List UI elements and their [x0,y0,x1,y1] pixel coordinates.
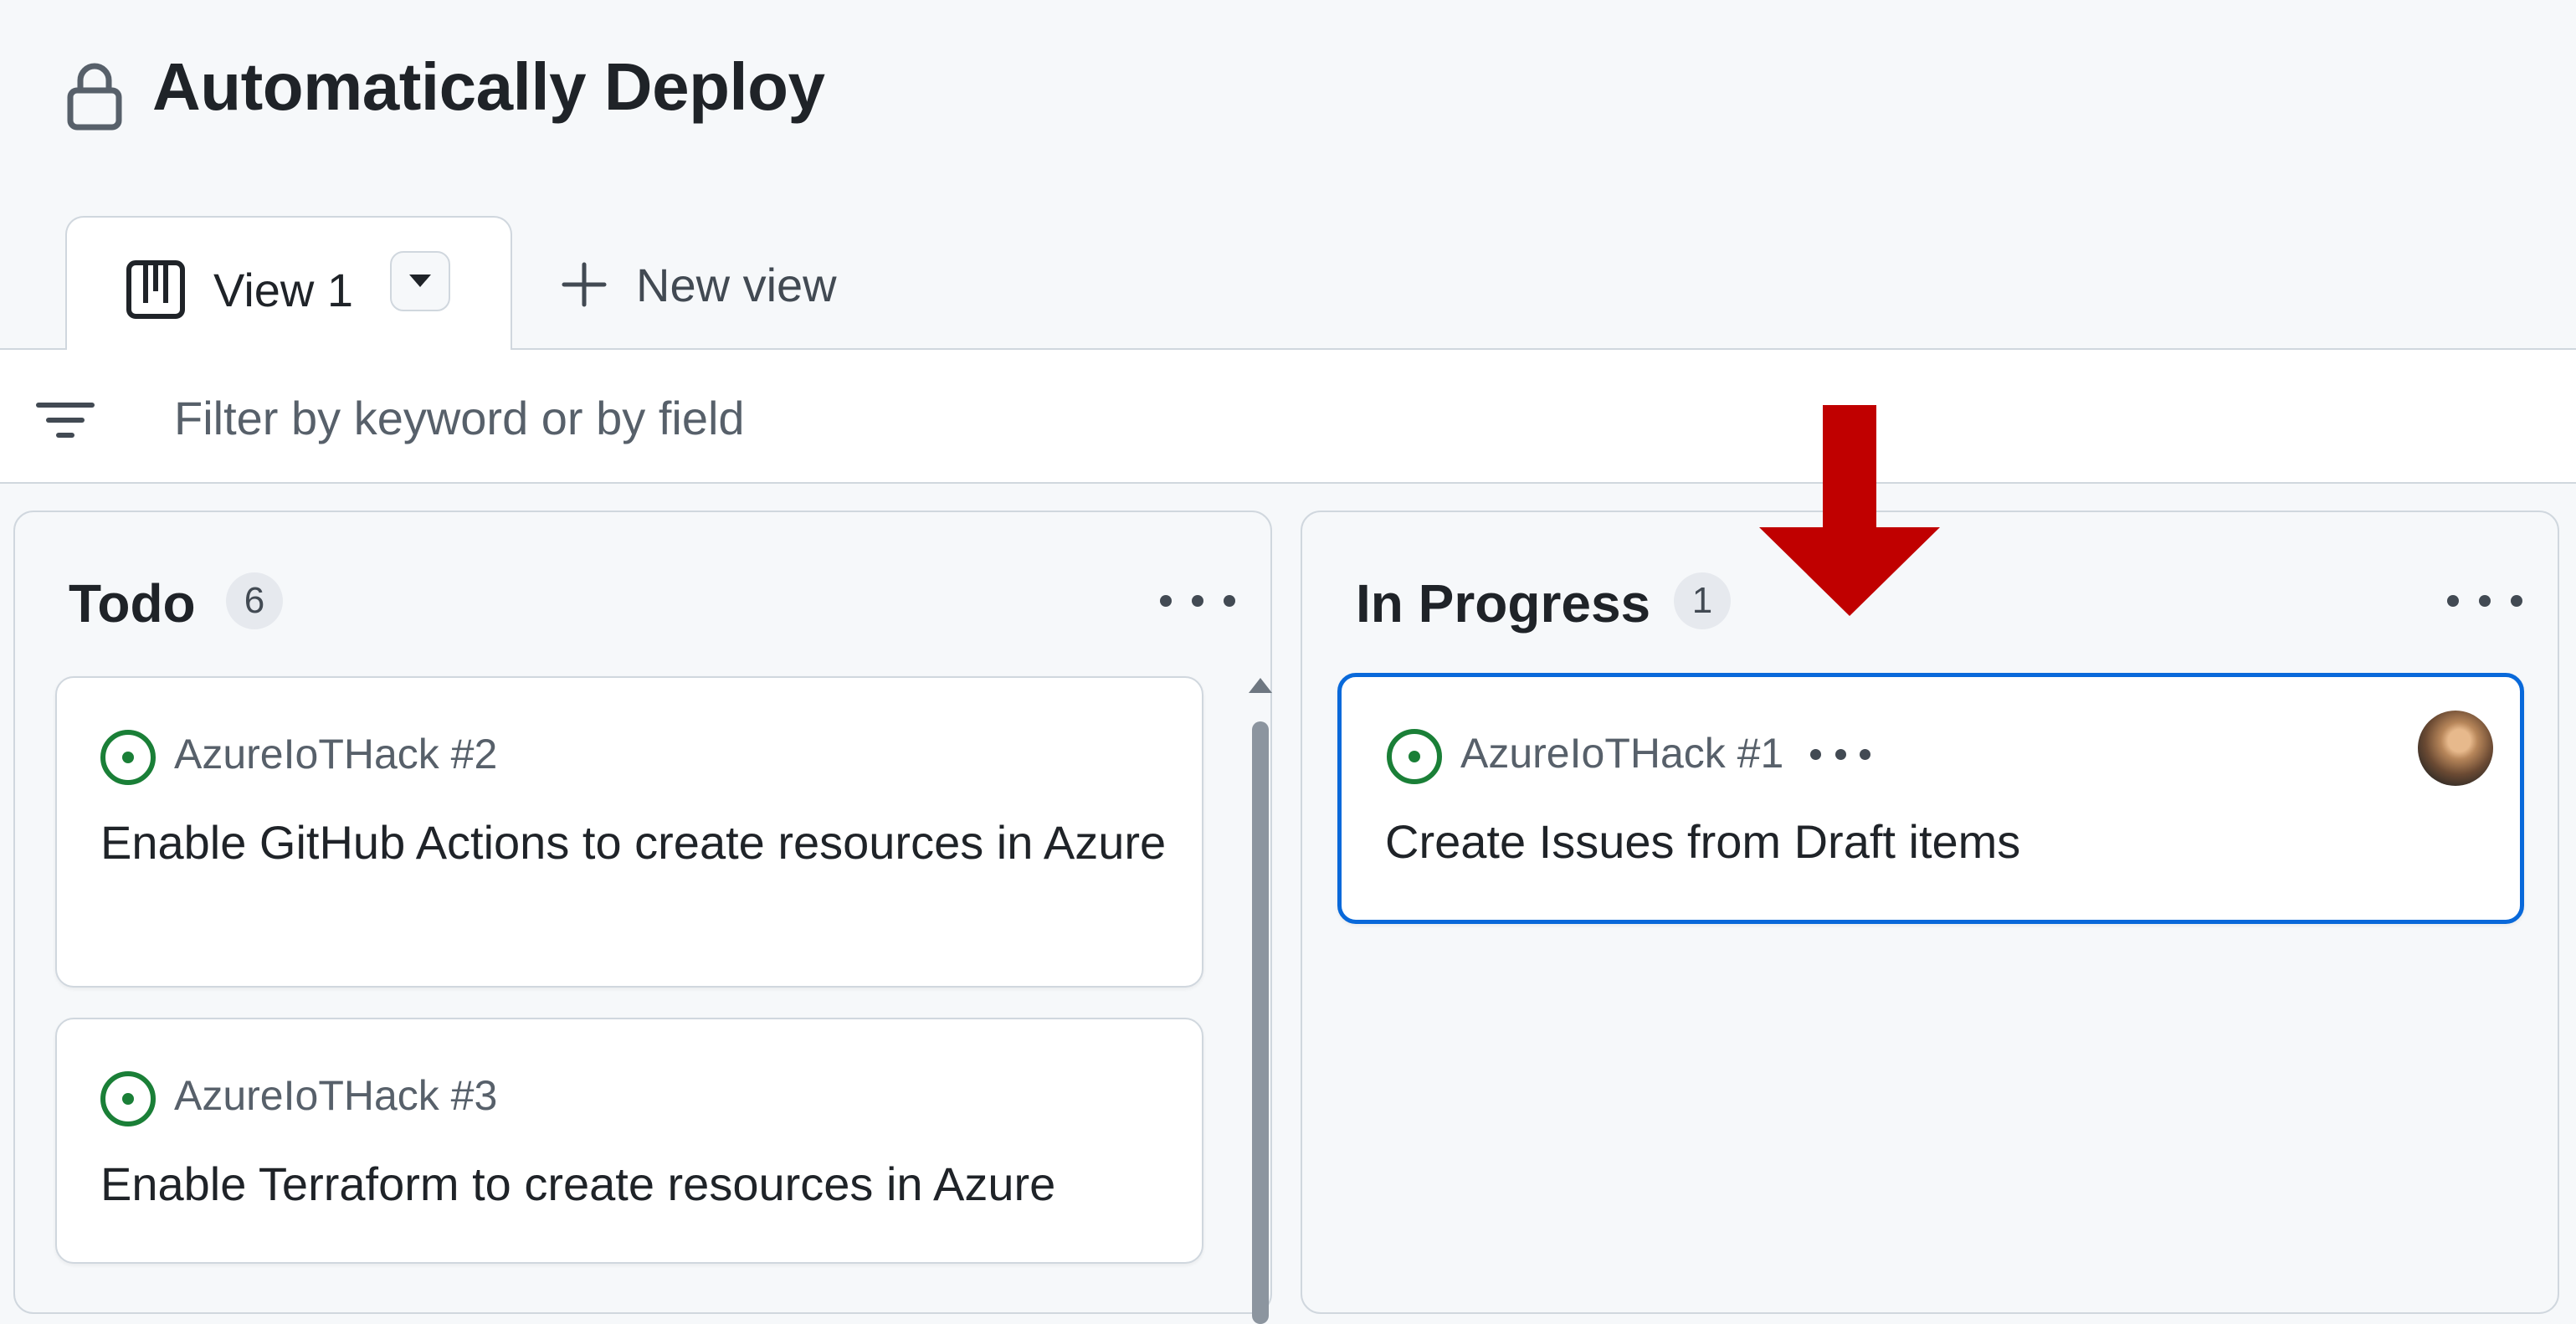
issue-title[interactable]: Enable Terraform to create resources in … [100,1152,1188,1217]
plus-icon [562,262,607,307]
issue-card[interactable]: AzureIoTHack #3 Enable Terraform to crea… [55,1018,1203,1264]
project-title: Automatically Deploy [152,49,825,124]
kebab-horizontal-icon [2447,595,2459,607]
issue-title[interactable]: Create Issues from Draft items [1385,809,2473,875]
kebab-horizontal-icon [1160,595,1172,607]
triangle-down-icon [409,275,431,287]
issue-opened-icon [100,1071,156,1126]
kebab-horizontal-icon [1810,748,1821,760]
project-header: Automatically Deploy View 1 New view [0,0,2576,350]
column-count-badge: 6 [226,572,283,629]
new-view-label: New view [636,258,837,311]
issue-opened-icon [100,730,156,785]
issue-title[interactable]: Enable GitHub Actions to create resource… [100,810,1172,875]
filter-bar [0,348,2576,484]
red-down-arrow [1759,405,1940,616]
scroll-thumb[interactable] [1252,721,1269,1324]
column-in-progress: In Progress 1 AzureIoTHack #1 Create Iss… [1301,511,2559,1314]
issue-card-selected[interactable]: AzureIoTHack #1 Create Issues from Draft… [1337,673,2524,924]
issue-reference[interactable]: AzureIoTHack #3 [174,1071,497,1120]
column-todo: Todo 6 AzureIoTHack #2 Enable GitHub Act… [13,511,1272,1324]
column-title: Todo [69,573,196,634]
column-count-badge: 1 [1674,572,1731,629]
filter-icon[interactable] [35,400,95,440]
issue-card[interactable]: AzureIoTHack #2 Enable GitHub Actions to… [55,676,1203,988]
view-options-button[interactable] [390,251,450,311]
issue-reference[interactable]: AzureIoTHack #1 [1460,729,1783,777]
column-menu-button[interactable] [2447,584,2522,618]
column-scrollbar[interactable] [1249,678,1272,1324]
column-menu-button[interactable] [1160,584,1235,618]
lock-icon [67,63,122,131]
filter-input[interactable] [172,383,2519,452]
scroll-up-arrow[interactable] [1249,678,1272,693]
card-menu-button[interactable] [1810,746,1870,762]
assignee-avatar[interactable] [2418,711,2493,786]
column-title: In Progress [1356,573,1651,634]
board-icon [126,260,185,319]
new-view-button[interactable]: New view [561,249,837,320]
tab-view-1[interactable]: View 1 [65,216,512,350]
issue-reference[interactable]: AzureIoTHack #2 [174,730,497,778]
issue-opened-icon [1387,729,1442,784]
tab-label: View 1 [213,264,354,316]
